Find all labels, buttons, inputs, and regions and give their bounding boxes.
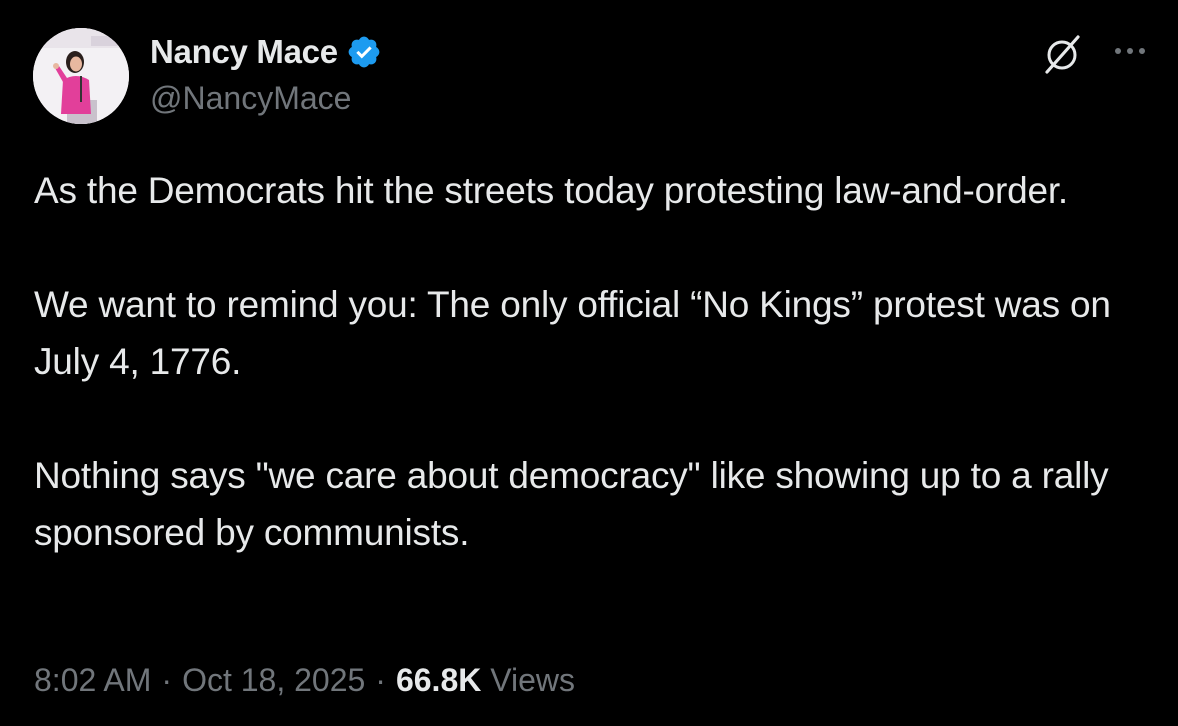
verified-badge-icon <box>348 36 380 68</box>
avatar-image <box>33 28 129 124</box>
grok-button[interactable] <box>1040 32 1084 76</box>
grok-icon <box>1045 35 1080 74</box>
tweet-metadata: 8:02 AM · Oct 18, 2025 · 66.8K Views <box>34 662 575 699</box>
author-handle[interactable]: @NancyMace <box>150 80 351 117</box>
author-display-name[interactable]: Nancy Mace <box>150 33 338 71</box>
views-count[interactable]: 66.8K <box>396 662 481 698</box>
author-name-row: Nancy Mace <box>150 32 382 72</box>
more-options-button[interactable] <box>1110 36 1150 66</box>
more-horizontal-icon <box>1115 48 1145 54</box>
tweet-card: Nancy Mace @NancyMace As the Democrats h… <box>0 0 1178 726</box>
tweet-paragraph: We want to remind you: The only official… <box>34 284 1111 382</box>
views-label: Views <box>490 662 576 698</box>
tweet-paragraph: As the Democrats hit the streets today p… <box>34 170 1068 211</box>
separator: · <box>161 662 173 698</box>
tweet-text: As the Democrats hit the streets today p… <box>34 162 1159 561</box>
avatar[interactable] <box>33 28 129 124</box>
separator: · <box>375 662 386 698</box>
tweet-paragraph: Nothing says "we care about democracy" l… <box>34 455 1109 553</box>
tweet-date[interactable]: Oct 18, 2025 <box>182 662 365 698</box>
tweet-time[interactable]: 8:02 AM <box>34 662 151 698</box>
